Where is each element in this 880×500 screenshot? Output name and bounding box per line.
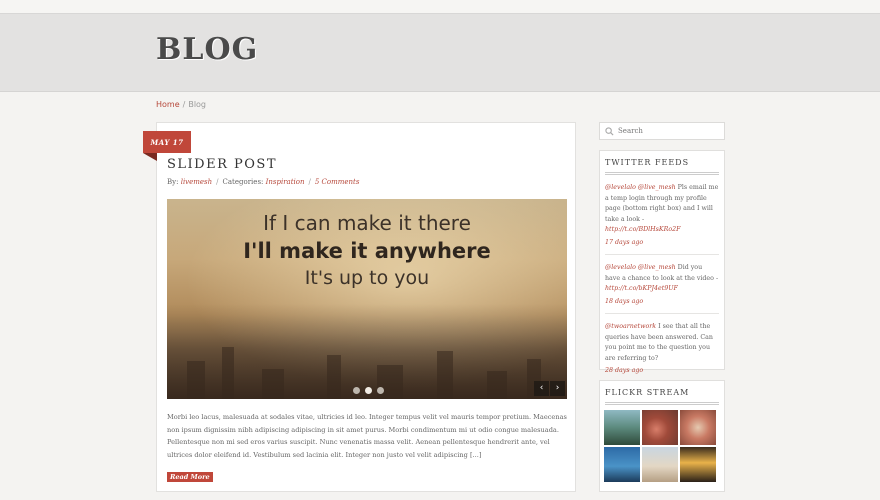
city-building (327, 355, 341, 399)
tweet-item: @twoarnetwork I see that all the queries… (605, 314, 719, 383)
slider-cityscape (167, 304, 567, 399)
slider-prev-button[interactable]: ‹ (534, 381, 549, 396)
post-excerpt-text: Morbi leo lacus, malesuada at sodales vi… (167, 413, 567, 459)
breadcrumb-separator: / (182, 100, 186, 109)
post-excerpt: Morbi leo lacus, malesuada at sodales vi… (167, 411, 567, 461)
image-slider[interactable]: If I can make it there I'll make it anyw… (167, 199, 567, 399)
tweet-url-link[interactable]: http://t.co/bKPJ4et9UF (605, 285, 678, 292)
flickr-thumbnail[interactable] (680, 447, 716, 482)
flickr-thumbnail[interactable] (604, 447, 640, 482)
city-building (487, 371, 507, 399)
post-category-link[interactable]: Inspiration (266, 178, 305, 186)
date-ribbon-fold (143, 153, 157, 161)
breadcrumb: Home / Blog (156, 100, 206, 109)
tweet-item: @levelalo @live_mesh Did you have a chan… (605, 255, 719, 314)
slide-caption-line-1: If I can make it there (263, 211, 471, 235)
tweet-mention-link[interactable]: @levelalo @live_mesh (605, 184, 676, 191)
tweet-timestamp[interactable]: 28 days ago (605, 366, 719, 377)
slide-caption-line-2: I'll make it anywhere (243, 239, 491, 263)
flickr-thumbnail[interactable] (604, 410, 640, 445)
post-meta: By: livemesh / Categories: Inspiration/5 C… (167, 178, 359, 186)
search-box[interactable] (599, 122, 725, 140)
slider-dot[interactable] (353, 387, 360, 394)
post-title[interactable]: SLIDER POST (167, 157, 277, 172)
search-icon (602, 126, 616, 136)
page-title: BLOG (156, 32, 259, 67)
twitter-widget-title: TWITTER FEEDS (605, 158, 719, 175)
meta-separator: / (216, 178, 219, 186)
read-more-button[interactable]: Read More (167, 472, 213, 482)
tweet-timestamp[interactable]: 17 days ago (605, 238, 719, 249)
meta-separator: / (308, 178, 311, 186)
city-building (187, 361, 205, 399)
city-building (437, 351, 453, 399)
page-header: BLOG (0, 13, 880, 92)
post-meta-categories-label: Categories: (222, 178, 264, 186)
blog-post: MAY 17 SLIDER POST By: livemesh / Categori… (143, 122, 576, 492)
tweet-mention-link[interactable]: @twoarnetwork (605, 323, 656, 330)
post-author-link[interactable]: livemesh (181, 178, 212, 186)
tweet-timestamp[interactable]: 18 days ago (605, 297, 719, 308)
slider-next-button[interactable]: › (550, 381, 565, 396)
flickr-thumbnail[interactable] (642, 410, 678, 445)
flickr-widget-title: FLICKR STREAM (605, 388, 719, 405)
city-building (262, 369, 284, 399)
slider-pagination (353, 387, 384, 394)
post-comments-link[interactable]: 5 Comments (315, 178, 360, 186)
slider-dot[interactable] (377, 387, 384, 394)
flickr-widget: FLICKR STREAM (599, 380, 725, 492)
tweet-item: @levelalo @live_mesh Pls email me a temp… (605, 175, 719, 255)
tweet-url-link[interactable]: http://t.co/BDlHsKRo2F (605, 226, 681, 233)
top-strip (0, 0, 880, 13)
tweet-mention-link[interactable]: @levelalo @live_mesh (605, 264, 676, 271)
twitter-widget: TWITTER FEEDS @levelalo @live_mesh Pls e… (599, 150, 725, 374)
breadcrumb-current: Blog (188, 100, 207, 109)
excerpt-more-link[interactable]: [...] (470, 451, 481, 459)
flickr-photo-grid (604, 410, 720, 482)
flickr-thumbnail[interactable] (680, 410, 716, 445)
flickr-thumbnail[interactable] (642, 447, 678, 482)
city-building (222, 347, 234, 399)
post-date-badge: MAY 17 (143, 131, 191, 153)
post-meta-by-label: By: (167, 178, 179, 186)
slide-caption-line-3: It's up to you (304, 267, 430, 289)
slider-dot[interactable] (365, 387, 372, 394)
search-input[interactable] (616, 127, 720, 135)
breadcrumb-home-link[interactable]: Home (156, 100, 180, 109)
